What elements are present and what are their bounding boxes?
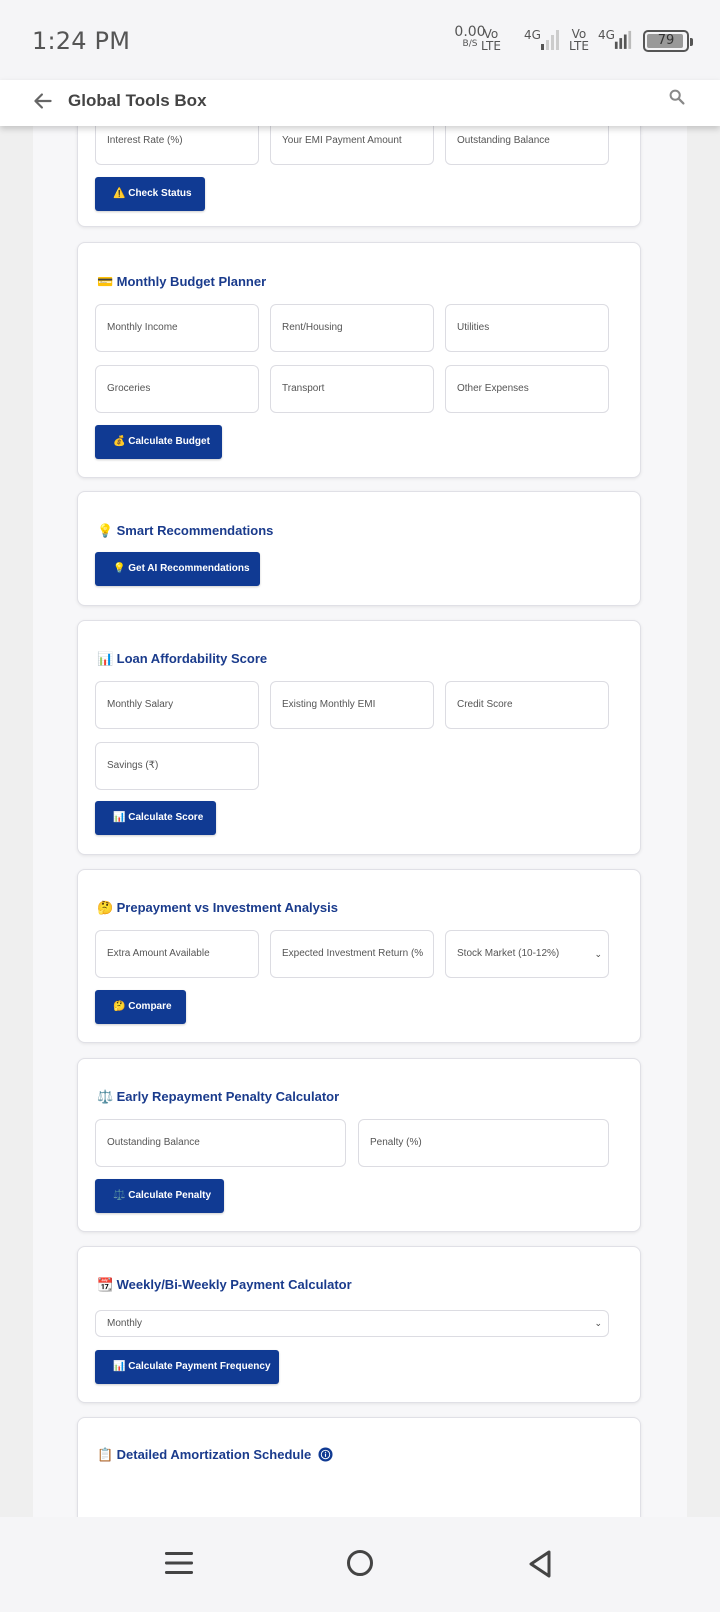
prepayment-investment-card: 🤔 Prepayment vs Investment Analysis Extr… — [77, 869, 641, 1043]
early-repayment-title: ⚖️ Early Repayment Penalty Calculator — [97, 1089, 339, 1105]
check-status-button[interactable]: ⚠️ Check Status — [95, 177, 205, 211]
clock: 1:24 PM — [32, 27, 131, 55]
amortization-title: 📋 Detailed Amortization Schedule — [97, 1447, 333, 1463]
thinking-face-icon: 🤔 — [97, 900, 114, 915]
card-title-text: Detailed Amortization Schedule — [116, 1447, 312, 1462]
outstanding-balance-input[interactable]: Outstanding Balance — [95, 1119, 346, 1167]
transport-input[interactable]: Transport — [270, 365, 434, 413]
get-ai-recommendations-button[interactable]: 💡 Get AI Recommendations — [95, 552, 260, 586]
card-title-text: Loan Affordability Score — [116, 651, 268, 666]
amortization-card: 📋 Detailed Amortization Schedule — [77, 1417, 641, 1517]
card-title-text: Smart Recommendations — [116, 523, 274, 538]
budget-planner-card: 💳 Monthly Budget Planner Monthly Income … — [77, 242, 641, 478]
outstanding-balance-input[interactable]: Outstanding Balance — [445, 126, 609, 165]
info-icon[interactable] — [318, 1447, 333, 1462]
monthly-salary-input[interactable]: Monthly Salary — [95, 681, 259, 729]
prepayment-investment-title: 🤔 Prepayment vs Investment Analysis — [97, 900, 338, 916]
calculate-score-button[interactable]: 📊 Calculate Score — [95, 801, 216, 835]
select-value: Monthly — [107, 1318, 143, 1329]
chevron-down-icon: ⌄ — [594, 949, 602, 959]
card-title-text: Weekly/Bi-Weekly Payment Calculator — [116, 1277, 352, 1292]
app-bar: Global Tools Box — [0, 80, 720, 126]
investment-type-select[interactable]: Stock Market (10-12%) ⌄ — [445, 930, 609, 978]
page-title: Global Tools Box — [68, 91, 207, 110]
lightbulb-icon: 💡 — [97, 523, 114, 538]
clipboard-icon: 📋 — [97, 1447, 114, 1462]
home-icon[interactable] — [346, 1549, 374, 1577]
payment-frequency-card: 📆 Weekly/Bi-Weekly Payment Calculator Mo… — [77, 1246, 641, 1403]
network-type-2: 4G — [598, 28, 615, 42]
loan-affordability-title: 📊 Loan Affordability Score — [97, 651, 267, 667]
volte-lte: LTE — [569, 39, 589, 53]
extra-amount-input[interactable]: Extra Amount Available — [95, 930, 259, 978]
select-value: Stock Market (10-12%) — [457, 948, 560, 959]
credit-card-icon: 💳 — [97, 274, 114, 289]
signal-icon — [541, 30, 559, 50]
compare-button[interactable]: 🤔 Compare — [95, 990, 186, 1024]
early-repayment-card: ⚖️ Early Repayment Penalty Calculator Ou… — [77, 1058, 641, 1232]
card-title-text: Prepayment vs Investment Analysis — [116, 900, 338, 915]
penalty-percent-input[interactable]: Penalty (%) — [358, 1119, 609, 1167]
arrow-left-icon[interactable] — [30, 88, 56, 114]
content-panel: Interest Rate (%) Your EMI Payment Amoun… — [33, 126, 687, 1517]
volte-indicator-2: Vo LTE — [569, 28, 589, 52]
calculate-budget-button[interactable]: 💰 Calculate Budget — [95, 425, 222, 459]
frequency-select[interactable]: Monthly ⌄ — [95, 1310, 609, 1337]
emi-payment-input[interactable]: Your EMI Payment Amount — [270, 126, 434, 165]
calculate-penalty-button[interactable]: ⚖️ Calculate Penalty — [95, 1179, 224, 1213]
savings-input[interactable]: Savings (₹) — [95, 742, 259, 790]
recent-apps-icon[interactable] — [164, 1549, 194, 1577]
chevron-down-icon: ⌄ — [594, 1318, 602, 1328]
expected-return-input[interactable]: Expected Investment Return (% — [270, 930, 434, 978]
network-type-1: 4G — [524, 28, 541, 42]
card-title-text: Monthly Budget Planner — [116, 274, 267, 289]
calculate-payment-frequency-button[interactable]: 📊 Calculate Payment Frequency — [95, 1350, 279, 1384]
bar-chart-icon: 📊 — [97, 651, 114, 666]
card-title-text: Early Repayment Penalty Calculator — [116, 1089, 340, 1104]
payment-frequency-title: 📆 Weekly/Bi-Weekly Payment Calculator — [97, 1277, 352, 1293]
loan-status-card: Interest Rate (%) Your EMI Payment Amoun… — [77, 126, 641, 227]
other-expenses-input[interactable]: Other Expenses — [445, 365, 609, 413]
calendar-icon: 📆 — [97, 1277, 114, 1292]
volte-lte: LTE — [481, 39, 501, 53]
credit-score-input[interactable]: Credit Score — [445, 681, 609, 729]
volte-indicator-1: Vo LTE — [481, 28, 501, 52]
rent-housing-input[interactable]: Rent/Housing — [270, 304, 434, 352]
back-triangle-icon[interactable] — [527, 1549, 553, 1579]
interest-rate-input[interactable]: Interest Rate (%) — [95, 126, 259, 165]
smart-recommendations-card: 💡 Smart Recommendations 💡 Get AI Recomme… — [77, 491, 641, 606]
battery-level: 79 — [657, 33, 675, 48]
status-bar: 1:24 PM 0.00 B/S Vo LTE 4G Vo LTE 4G 79 — [0, 0, 720, 80]
signal-icon — [614, 30, 632, 49]
budget-planner-title: 💳 Monthly Budget Planner — [97, 274, 266, 290]
search-icon[interactable] — [666, 86, 688, 108]
battery-icon: 79 — [643, 30, 693, 52]
smart-recommendations-title: 💡 Smart Recommendations — [97, 523, 273, 539]
system-nav-bar — [0, 1517, 720, 1612]
existing-emi-input[interactable]: Existing Monthly EMI — [270, 681, 434, 729]
loan-affordability-card: 📊 Loan Affordability Score Monthly Salar… — [77, 620, 641, 855]
scroll-content[interactable]: Interest Rate (%) Your EMI Payment Amoun… — [0, 126, 720, 1517]
monthly-income-input[interactable]: Monthly Income — [95, 304, 259, 352]
groceries-input[interactable]: Groceries — [95, 365, 259, 413]
utilities-input[interactable]: Utilities — [445, 304, 609, 352]
scales-icon: ⚖️ — [97, 1089, 114, 1104]
